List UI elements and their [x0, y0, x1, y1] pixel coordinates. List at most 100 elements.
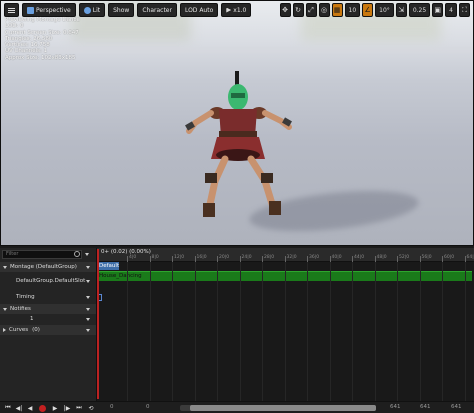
- grid-line: [172, 262, 173, 401]
- character-model[interactable]: [181, 69, 296, 229]
- ruler-label: 4|0: [129, 255, 137, 260]
- maximize-icon[interactable]: ⛶: [459, 3, 470, 17]
- ruler-label: 60|0: [444, 255, 455, 260]
- grid-line: [284, 262, 286, 401]
- grid-line: [329, 262, 331, 401]
- record-button[interactable]: [39, 404, 46, 412]
- play-reverse-icon[interactable]: ◀: [26, 404, 34, 412]
- playhead[interactable]: [97, 249, 99, 399]
- transport-bar: ⏮ ◀| ◀ ▶ |▶ ⏭ ⟲ 0 0 641 641 641: [0, 401, 474, 413]
- scale-snap-value[interactable]: 0.25: [408, 3, 431, 17]
- playback-speed-button[interactable]: x1.0: [221, 3, 252, 17]
- curves-row[interactable]: Curves (0): [0, 325, 96, 335]
- step-forward-icon[interactable]: |▶: [63, 404, 71, 412]
- grid-snap-icon[interactable]: ▦: [331, 3, 343, 17]
- play-speed-icon: [226, 7, 232, 13]
- rotation-snap-text: 10°: [379, 6, 390, 14]
- camera-speed-value[interactable]: 4: [445, 3, 457, 17]
- play-icon[interactable]: ▶: [51, 404, 59, 412]
- grid-line: [194, 262, 196, 401]
- viewport-toolbar: Perspective Lit Show Character LOD Auto …: [4, 3, 252, 17]
- lod-label: LOD Auto: [184, 6, 214, 14]
- grid-line: [419, 262, 421, 401]
- scale-snap-icon[interactable]: ⇲: [395, 3, 407, 17]
- timeline-area[interactable]: 0+ (0.02) (0.00%) Default House_Dancing …: [97, 248, 474, 401]
- view-end-frame[interactable]: 641: [420, 404, 431, 410]
- ruler-label: 16|0: [196, 255, 207, 260]
- expand-icon[interactable]: [3, 307, 7, 311]
- section-label[interactable]: Default: [97, 262, 119, 270]
- lit-icon: [83, 6, 91, 14]
- chevron-down-icon[interactable]: [86, 265, 90, 269]
- camera-speed-icon[interactable]: ▣: [432, 3, 444, 17]
- grid-line: [149, 262, 151, 401]
- show-label: Show: [113, 6, 130, 14]
- show-button[interactable]: Show: [108, 3, 135, 17]
- lod-button[interactable]: LOD Auto: [179, 3, 219, 17]
- expand-icon[interactable]: [3, 265, 7, 269]
- scale-icon[interactable]: ⤢: [305, 3, 317, 17]
- rotation-snap-value[interactable]: 10°: [375, 3, 394, 17]
- grid-snap-value[interactable]: 10: [344, 3, 361, 17]
- grid-line: [397, 262, 398, 401]
- translate-icon[interactable]: ✥: [279, 3, 291, 17]
- perspective-label: Perspective: [36, 6, 71, 14]
- notify-track-row[interactable]: 1: [0, 314, 96, 324]
- chevron-down-icon[interactable]: [86, 307, 90, 311]
- ruler-label: 20|0: [219, 255, 230, 260]
- playback-end-frame[interactable]: 641: [451, 404, 462, 410]
- time-readout: 0+ (0.02) (0.00%): [101, 249, 151, 255]
- perspective-icon: [27, 6, 34, 14]
- timing-row[interactable]: Timing: [0, 292, 96, 302]
- chevron-down-icon[interactable]: [85, 253, 89, 256]
- character-label: Character: [142, 6, 172, 14]
- ruler-label: 64|0: [466, 255, 474, 260]
- expand-icon[interactable]: [3, 328, 6, 332]
- ruler-label: 36|0: [309, 255, 320, 260]
- chevron-down-icon[interactable]: [86, 279, 90, 283]
- chevron-down-icon[interactable]: [86, 317, 90, 321]
- perspective-button[interactable]: Perspective: [22, 3, 76, 17]
- ruler-label: 44|0: [354, 255, 365, 260]
- grid-line: [217, 262, 218, 401]
- grid-line: [262, 262, 263, 401]
- step-back-icon[interactable]: ◀|: [15, 404, 23, 412]
- curves-label: Curves: [9, 327, 29, 333]
- loop-icon[interactable]: ⟲: [87, 404, 95, 412]
- world-local-icon[interactable]: ◎: [318, 3, 330, 17]
- ruler-label: 24|0: [241, 255, 252, 260]
- rotation-snap-icon[interactable]: ∠: [362, 3, 374, 17]
- skip-to-start-icon[interactable]: ⏮: [4, 404, 12, 412]
- end-frame[interactable]: 641: [390, 404, 401, 410]
- ruler-label: 48|0: [376, 255, 387, 260]
- view-start-frame[interactable]: 0: [146, 404, 150, 410]
- ruler-label: 56|0: [421, 255, 432, 260]
- search-icon: [74, 251, 80, 257]
- skip-to-end-icon[interactable]: ⏭: [75, 404, 83, 412]
- ruler-label: 28|0: [264, 255, 275, 260]
- viewport-options-button[interactable]: [4, 3, 19, 17]
- stats-line: Approx Size: 102x83x185: [5, 54, 76, 61]
- scale-snap-text: 0.25: [412, 6, 427, 14]
- notifies-row[interactable]: Notifies: [0, 304, 96, 314]
- montage-group-row[interactable]: Montage (DefaultGroup): [0, 262, 96, 272]
- grid-line: [307, 262, 308, 401]
- preview-viewport[interactable]: Perspective Lit Show Character LOD Auto …: [0, 0, 474, 246]
- lit-button[interactable]: Lit: [78, 3, 106, 17]
- grid-line: [352, 262, 353, 401]
- viewport-transform-toolbar: ✥ ↻ ⤢ ◎ ▦ 10 ∠ 10° ⇲ 0.25 ▣ 4 ⛶: [279, 3, 470, 17]
- character-button[interactable]: Character: [137, 3, 177, 17]
- filter-input[interactable]: Filter: [2, 250, 82, 259]
- ruler-label: 52|0: [399, 255, 410, 260]
- ruler-label: 32|0: [286, 255, 297, 260]
- filter-placeholder: Filter: [6, 251, 19, 257]
- start-frame[interactable]: 0: [110, 404, 114, 410]
- grid-line: [442, 262, 443, 401]
- notifies-label: Notifies: [10, 306, 31, 312]
- rotate-icon[interactable]: ↻: [292, 3, 304, 17]
- chevron-down-icon[interactable]: [86, 328, 90, 332]
- slot-row[interactable]: DefaultGroup.DefaultSlot: [0, 276, 96, 286]
- notify-track-label: 1: [30, 316, 34, 322]
- chevron-down-icon[interactable]: [86, 295, 90, 299]
- timeline-scroll-thumb[interactable]: [190, 405, 376, 411]
